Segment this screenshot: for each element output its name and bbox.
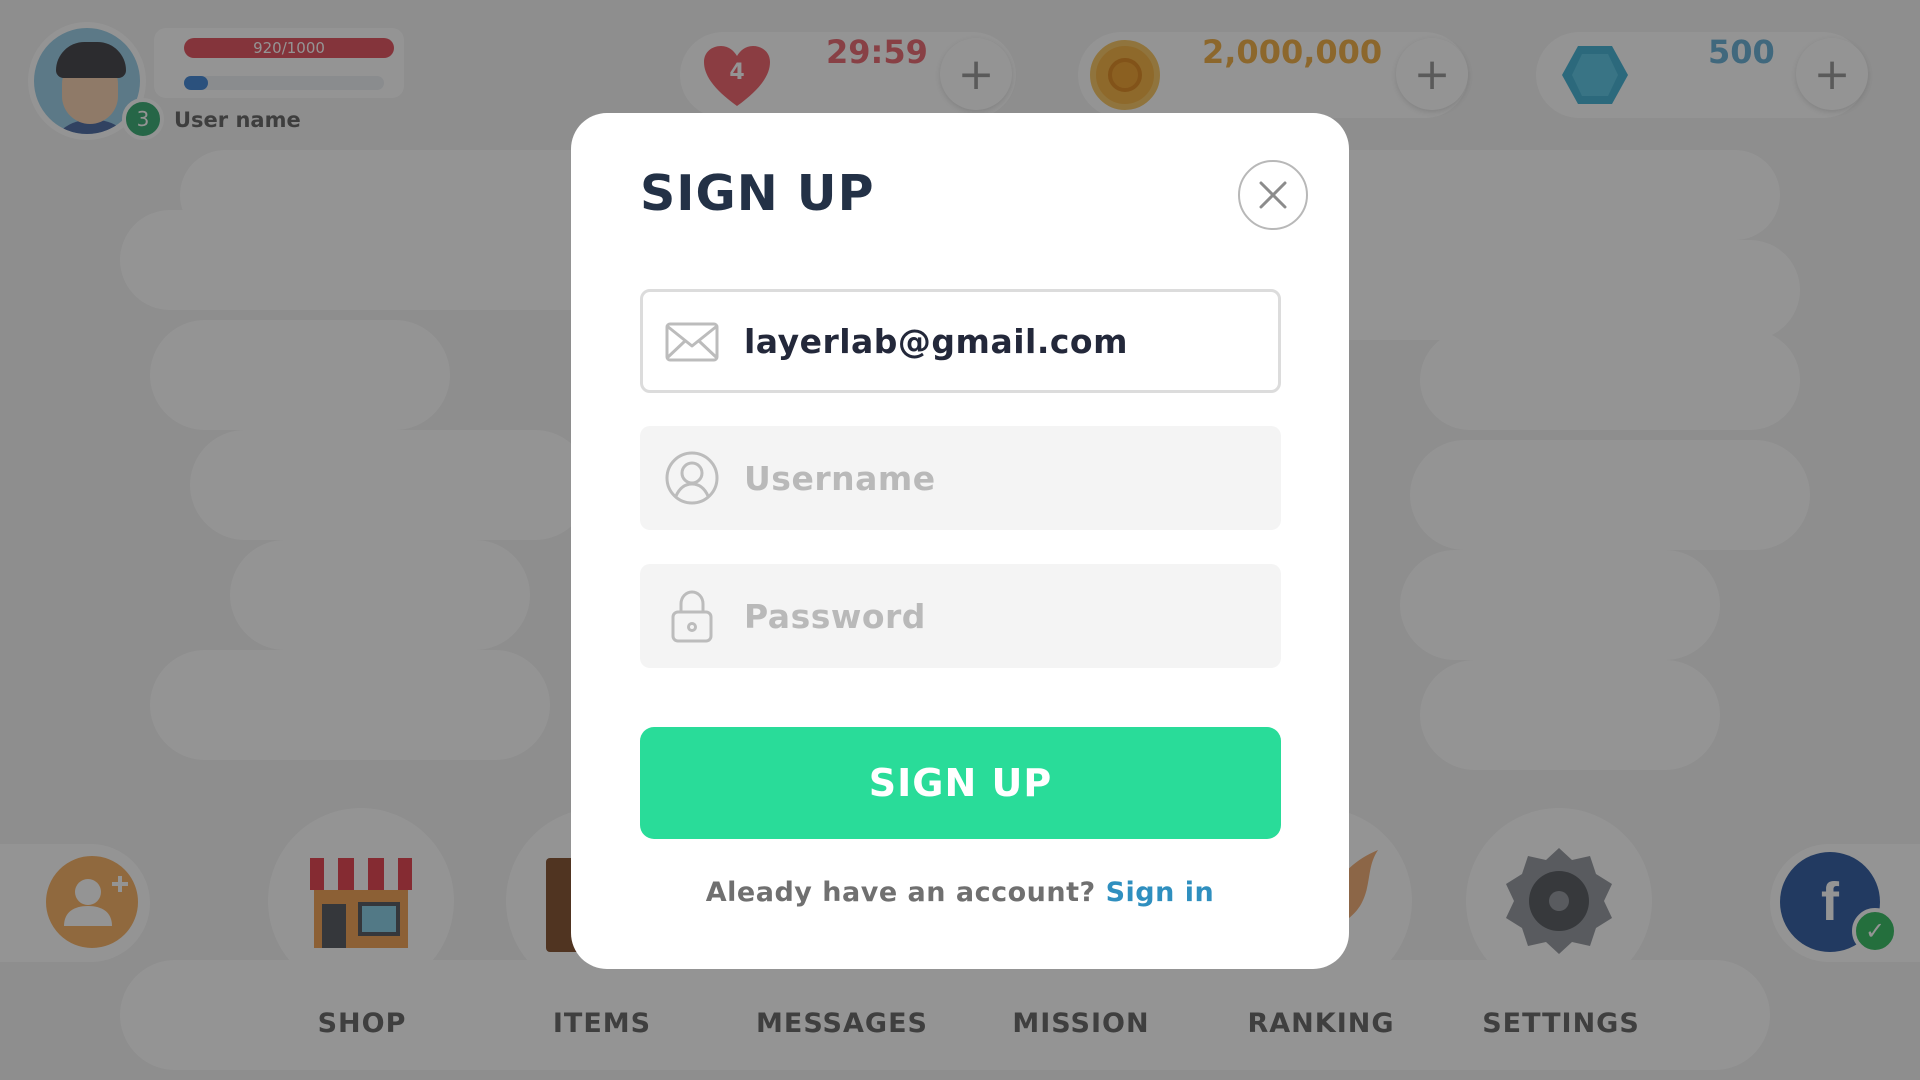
dialog-title: SIGN UP — [640, 165, 875, 222]
email-input[interactable] — [744, 292, 1254, 390]
close-icon — [1259, 181, 1287, 209]
close-button[interactable] — [1238, 160, 1308, 230]
signin-link[interactable]: Sign in — [1106, 877, 1215, 908]
password-field[interactable] — [640, 564, 1281, 668]
lock-icon — [671, 590, 713, 643]
username-field[interactable] — [640, 426, 1281, 530]
username-input[interactable] — [744, 426, 1254, 530]
password-input[interactable] — [744, 564, 1254, 668]
user-icon — [665, 451, 719, 505]
signin-prompt: Aleady have an account? Sign in — [571, 877, 1349, 908]
signup-button[interactable]: SIGN UP — [640, 727, 1281, 839]
email-field[interactable] — [640, 289, 1281, 393]
envelope-icon — [665, 322, 719, 362]
signin-prompt-text: Aleady have an account? — [705, 877, 1096, 908]
signup-dialog: SIGN UP SIGN UP Aleady — [571, 113, 1349, 969]
